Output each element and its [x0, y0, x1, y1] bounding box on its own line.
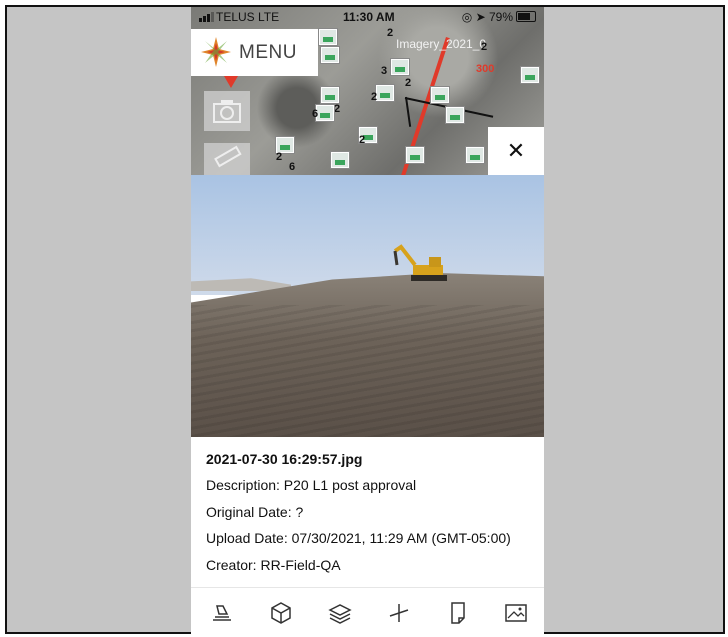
- photo-upload-date: Upload Date: 07/30/2021, 11:29 AM (GMT-0…: [206, 530, 511, 546]
- photo-marker[interactable]: [406, 147, 424, 163]
- survey-icon[interactable]: [209, 600, 235, 626]
- photo-marker[interactable]: [316, 105, 334, 121]
- status-bar: TELUS LTE 11:30 AM ◎ ➤ 79%: [191, 7, 544, 29]
- marker-count: 2: [481, 41, 488, 53]
- menu-button[interactable]: MENU: [191, 29, 318, 76]
- photo-marker[interactable]: [319, 29, 337, 45]
- marker-count: 2: [371, 91, 378, 103]
- photo-marker[interactable]: [521, 67, 539, 83]
- app-logo-icon: [201, 37, 231, 67]
- measure-button[interactable]: [204, 143, 250, 175]
- photo-marker[interactable]: [431, 87, 449, 103]
- marker-count: 2: [405, 77, 412, 89]
- carrier-label: TELUS LTE: [199, 10, 279, 24]
- photo-preview: [191, 175, 544, 437]
- marker-count: 2: [359, 134, 366, 146]
- marker-count: 2: [276, 151, 283, 163]
- excavator-image: [393, 244, 447, 281]
- photo-ground-texture: [191, 305, 544, 437]
- photo-marker[interactable]: [331, 152, 349, 168]
- signal-icon: [199, 12, 214, 22]
- battery-status: ◎ ➤ 79%: [462, 10, 536, 24]
- marker-count: 2: [334, 103, 341, 115]
- close-button[interactable]: ✕: [488, 127, 544, 175]
- camera-button[interactable]: [204, 91, 250, 131]
- camera-icon: [213, 100, 241, 123]
- battery-percent: 79%: [488, 10, 513, 24]
- image-icon[interactable]: [503, 600, 529, 626]
- marker-count: 6: [289, 161, 296, 173]
- battery-icon: [516, 11, 536, 22]
- photo-info-panel: 2021-07-30 16:29:57.jpg Description: P20…: [191, 437, 544, 587]
- bottom-toolbar: [191, 587, 544, 637]
- close-icon: ✕: [506, 138, 526, 163]
- photo-marker[interactable]: [376, 85, 394, 101]
- imagery-layer-label: Imagery_2021_0: [396, 37, 487, 51]
- photo-creator: Creator: RR-Field-QA: [206, 557, 341, 573]
- chainage-label: 300: [476, 63, 495, 75]
- layers-icon[interactable]: [327, 600, 353, 626]
- location-icon: ◎ ➤: [461, 10, 486, 24]
- photo-marker[interactable]: [466, 147, 484, 163]
- ruler-icon: [214, 145, 242, 168]
- phone-screen: TELUS LTE 11:30 AM ◎ ➤ 79% Imagery_2021_…: [191, 7, 544, 637]
- marker-count: 6: [312, 108, 319, 120]
- carrier-text: TELUS LTE: [216, 10, 280, 24]
- photo-marker[interactable]: [321, 47, 339, 63]
- axis-icon[interactable]: [386, 600, 412, 626]
- photo-description: Description: P20 L1 post approval: [206, 477, 417, 493]
- photo-marker[interactable]: [446, 107, 464, 123]
- location-pin-icon: [224, 76, 238, 88]
- photo-marker[interactable]: [391, 59, 409, 75]
- photo-original-date: Original Date: ?: [206, 504, 304, 520]
- document-icon[interactable]: [445, 600, 471, 626]
- photo-marker[interactable]: [321, 87, 339, 103]
- marker-count: 3: [381, 65, 388, 77]
- status-time: 11:30 AM: [343, 10, 395, 24]
- photo-filename: 2021-07-30 16:29:57.jpg: [206, 451, 363, 467]
- map-measure-line-2: [405, 96, 412, 127]
- menu-label: MENU: [239, 42, 297, 63]
- cube-icon[interactable]: [268, 600, 294, 626]
